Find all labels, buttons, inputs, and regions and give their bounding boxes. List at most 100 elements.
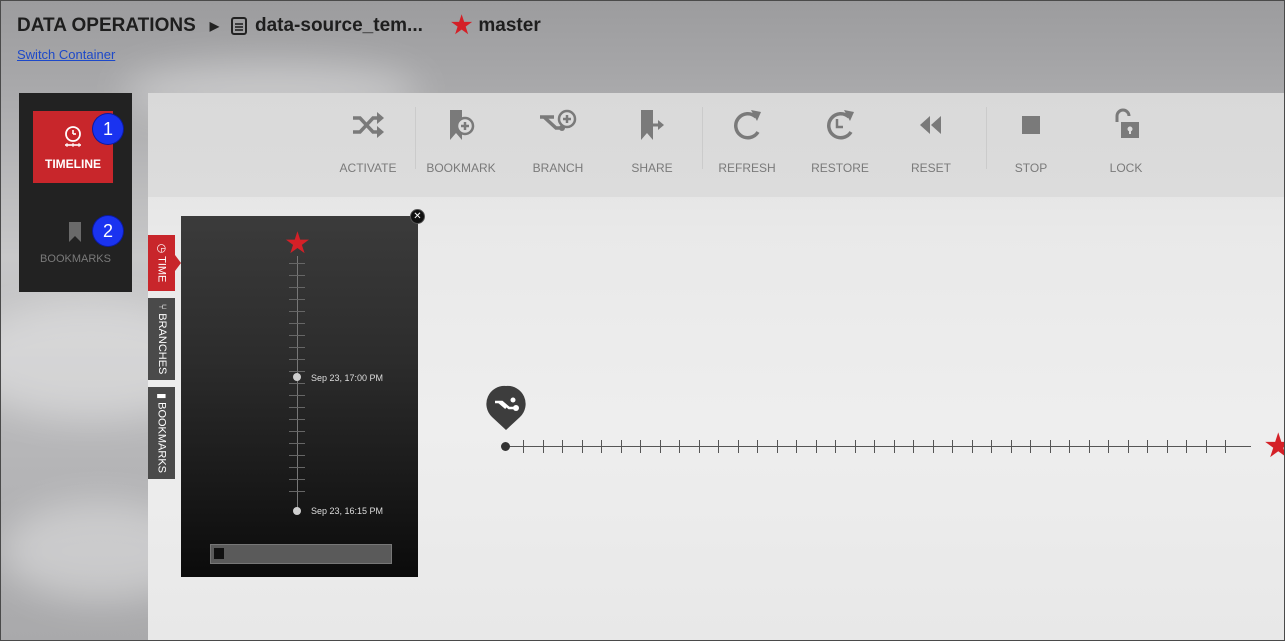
timeline-tick: [640, 440, 641, 453]
tab-bookmarks[interactable]: ▮ BOOKMARKS: [148, 387, 175, 479]
timeline-tick: [621, 440, 622, 453]
timeline-tick: [660, 440, 661, 453]
timeline-tick: [289, 479, 305, 480]
timeline-tick: [952, 440, 953, 453]
header: DATA OPERATIONS ▶ data-source_tem... ★ m…: [1, 1, 1284, 71]
restore-button[interactable]: RESTORE: [800, 107, 880, 175]
app-window: DATA OPERATIONS ▶ data-source_tem... ★ m…: [0, 0, 1285, 641]
timeline-tick: [289, 455, 305, 456]
timeline-tick: [289, 467, 305, 468]
timeline-tick: [289, 263, 305, 264]
timeline-marker[interactable]: [293, 373, 301, 381]
step-badge: 2: [93, 216, 123, 246]
timeline-tick: [913, 440, 914, 453]
activate-button[interactable]: ACTIVATE: [328, 107, 408, 175]
timeline-tick: [1128, 440, 1129, 453]
timeline-tick: [289, 299, 305, 300]
timeline-tick: [289, 443, 305, 444]
breadcrumb: DATA OPERATIONS ▶ data-source_tem... ★ m…: [17, 14, 541, 38]
timeline-tick: [1069, 440, 1070, 453]
refresh-button[interactable]: REFRESH: [707, 107, 787, 175]
file-name[interactable]: data-source_tem...: [255, 15, 423, 37]
tab-label: BOOKMARKS: [155, 402, 167, 474]
timeline-tick: [601, 440, 602, 453]
timeline-marker[interactable]: [293, 507, 301, 515]
bookmark-icon: ▮: [155, 392, 167, 403]
branch-add-icon: [518, 107, 598, 143]
timeline-tick: [289, 407, 305, 408]
timeline-tick: [718, 440, 719, 453]
bookmark-add-icon: [421, 107, 501, 143]
timeline-tick: [289, 275, 305, 276]
clock-timeline-icon: [63, 125, 83, 152]
timeline-tick: [523, 440, 524, 453]
reset-button[interactable]: RESET: [891, 107, 971, 175]
timeline-tick: [1011, 440, 1012, 453]
timeline-start-marker[interactable]: [501, 442, 510, 451]
timeline-tick: [582, 440, 583, 453]
tab-label: BRANCHES: [155, 313, 168, 375]
timeline-tick: [1030, 440, 1031, 453]
star-icon[interactable]: ★: [1263, 429, 1284, 463]
toolbar-divider: [986, 107, 987, 169]
timeline-tick: [738, 440, 739, 453]
switch-container-link[interactable]: Switch Container: [17, 47, 115, 62]
bookmark-button[interactable]: BOOKMARK: [421, 107, 501, 175]
nav-item-label: BOOKMARKS: [40, 253, 111, 265]
app-title[interactable]: DATA OPERATIONS: [17, 15, 196, 37]
toolbar-label: RESET: [910, 161, 951, 175]
timeline-tick: [289, 395, 305, 396]
timeline-tick: [1050, 440, 1051, 453]
timeline-tick: [1206, 440, 1207, 453]
timeline-panel: [181, 216, 418, 577]
timeline-tick: [1147, 440, 1148, 453]
timeline-tick: [289, 491, 305, 492]
timeline-tick: [1186, 440, 1187, 453]
shuffle-icon: [328, 107, 408, 143]
horizontal-timeline-axis: [506, 446, 1251, 447]
branch-pin-icon[interactable]: [481, 384, 531, 434]
timeline-tick: [835, 440, 836, 453]
timeline-tick: [289, 419, 305, 420]
calendar-icon: [214, 548, 224, 559]
timeline-tick: [543, 440, 544, 453]
branch-button[interactable]: BRANCH: [518, 107, 598, 175]
star-icon[interactable]: ★: [284, 229, 311, 259]
bookmark-icon: [67, 221, 83, 248]
tab-time[interactable]: ◷ TIME: [148, 235, 181, 291]
date-input[interactable]: [210, 544, 392, 564]
timeline-tick: [289, 287, 305, 288]
share-icon: [612, 107, 692, 143]
timeline-tick: [679, 440, 680, 453]
tab-branches[interactable]: ⑂ BRANCHES: [148, 298, 175, 380]
close-icon[interactable]: ✕: [410, 209, 425, 224]
timeline-tick: [816, 440, 817, 453]
timeline-tick: [1167, 440, 1168, 453]
timeline-marker-label: Sep 23, 17:00 PM: [311, 373, 384, 383]
timeline-tick: [796, 440, 797, 453]
lock-button[interactable]: LOCK: [1086, 107, 1166, 175]
toolbar-label: BRANCH: [532, 161, 584, 175]
timeline-tick: [1108, 440, 1109, 453]
timeline-tick: [562, 440, 563, 453]
unlock-icon: [1086, 107, 1166, 143]
timeline-tick: [855, 440, 856, 453]
toolbar-divider: [415, 107, 416, 169]
timeline-tick: [289, 431, 305, 432]
branch-name[interactable]: master: [478, 15, 540, 37]
toolbar-label: LOCK: [1109, 161, 1143, 175]
share-button[interactable]: SHARE: [612, 107, 692, 175]
timeline-tick: [777, 440, 778, 453]
timeline-tick: [1225, 440, 1226, 453]
timeline-tick: [289, 371, 305, 372]
toolbar-label: BOOKMARK: [426, 161, 496, 175]
nav-item-label: TIMELINE: [45, 157, 101, 171]
stop-icon: [991, 107, 1071, 143]
toolbar-label: STOP: [1014, 161, 1048, 175]
timeline-tick: [894, 440, 895, 453]
stop-button[interactable]: STOP: [991, 107, 1071, 175]
timeline-tick: [289, 311, 305, 312]
timeline-tick: [699, 440, 700, 453]
branch-icon: ⑂: [155, 303, 168, 314]
refresh-icon: [707, 107, 787, 143]
